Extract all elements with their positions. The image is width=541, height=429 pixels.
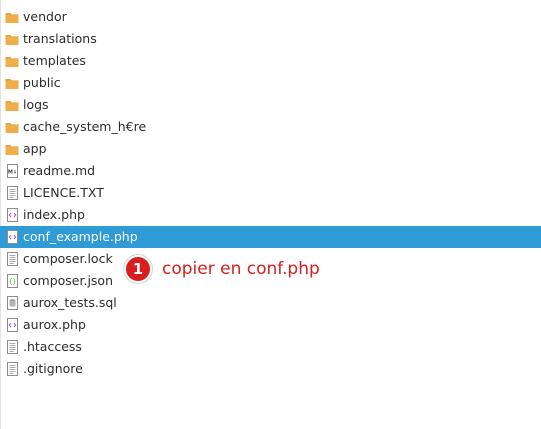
file-row-translations[interactable]: translations xyxy=(0,28,541,50)
text-file-icon xyxy=(5,340,19,354)
file-row-vendor[interactable]: vendor xyxy=(0,6,541,28)
file-row-app[interactable]: app xyxy=(0,138,541,160)
file-list: vendor translations templates public logs cac… xyxy=(0,6,541,380)
file-name: translations xyxy=(23,31,97,46)
file-row-conf-example-php[interactable]: conf_example.php xyxy=(0,226,541,248)
text-file-icon xyxy=(5,362,19,376)
annotation-number-badge: 1 xyxy=(124,255,152,283)
folder-icon xyxy=(5,98,19,112)
code-file-icon xyxy=(5,318,19,332)
file-row-licence-txt[interactable]: LICENCE.TXT xyxy=(0,182,541,204)
code-file-icon xyxy=(5,230,19,244)
file-name: aurox_tests.sql xyxy=(23,295,117,310)
code-file-icon xyxy=(5,208,19,222)
file-name: composer.json xyxy=(23,273,114,288)
folder-icon xyxy=(5,32,19,46)
file-row-htaccess[interactable]: .htaccess xyxy=(0,336,541,358)
folder-icon xyxy=(5,120,19,134)
file-row-index-php[interactable]: index.php xyxy=(0,204,541,226)
folder-icon xyxy=(5,142,19,156)
file-row-logs[interactable]: logs xyxy=(0,94,541,116)
file-name: vendor xyxy=(23,9,67,24)
file-row-templates[interactable]: templates xyxy=(0,50,541,72)
folder-icon xyxy=(5,76,19,90)
file-row-aurox-php[interactable]: aurox.php xyxy=(0,314,541,336)
file-name: app xyxy=(23,141,47,156)
file-row-gitignore[interactable]: .gitignore xyxy=(0,358,541,380)
file-name: index.php xyxy=(23,207,85,222)
file-name: readme.md xyxy=(23,163,96,178)
file-name: aurox.php xyxy=(23,317,86,332)
file-name: .htaccess xyxy=(23,339,82,354)
text-file-icon xyxy=(5,252,19,266)
file-name: templates xyxy=(23,53,86,68)
file-name: logs xyxy=(23,97,49,112)
folder-icon xyxy=(5,54,19,68)
database-file-icon xyxy=(5,296,19,310)
svg-text:M↓: M↓ xyxy=(7,169,16,175)
file-name: public xyxy=(23,75,61,90)
json-file-icon: {} xyxy=(5,274,19,288)
svg-text:{}: {} xyxy=(8,278,15,285)
file-row-aurox-tests-sql[interactable]: aurox_tests.sql xyxy=(0,292,541,314)
file-name: composer.lock xyxy=(23,251,113,266)
annotation-text: copier en conf.php xyxy=(162,259,320,279)
markdown-file-icon: M↓ xyxy=(5,164,19,178)
file-name: conf_example.php xyxy=(23,229,138,244)
file-row-cache-system-h-re[interactable]: cache_system_h€re xyxy=(0,116,541,138)
file-row-readme-md[interactable]: M↓ readme.md xyxy=(0,160,541,182)
text-file-icon xyxy=(5,186,19,200)
annotation-callout: 1 copier en conf.php xyxy=(124,255,320,283)
file-name: .gitignore xyxy=(23,361,83,376)
folder-icon xyxy=(5,10,19,24)
file-name: LICENCE.TXT xyxy=(23,185,104,200)
file-row-public[interactable]: public xyxy=(0,72,541,94)
file-name: cache_system_h€re xyxy=(23,119,147,134)
